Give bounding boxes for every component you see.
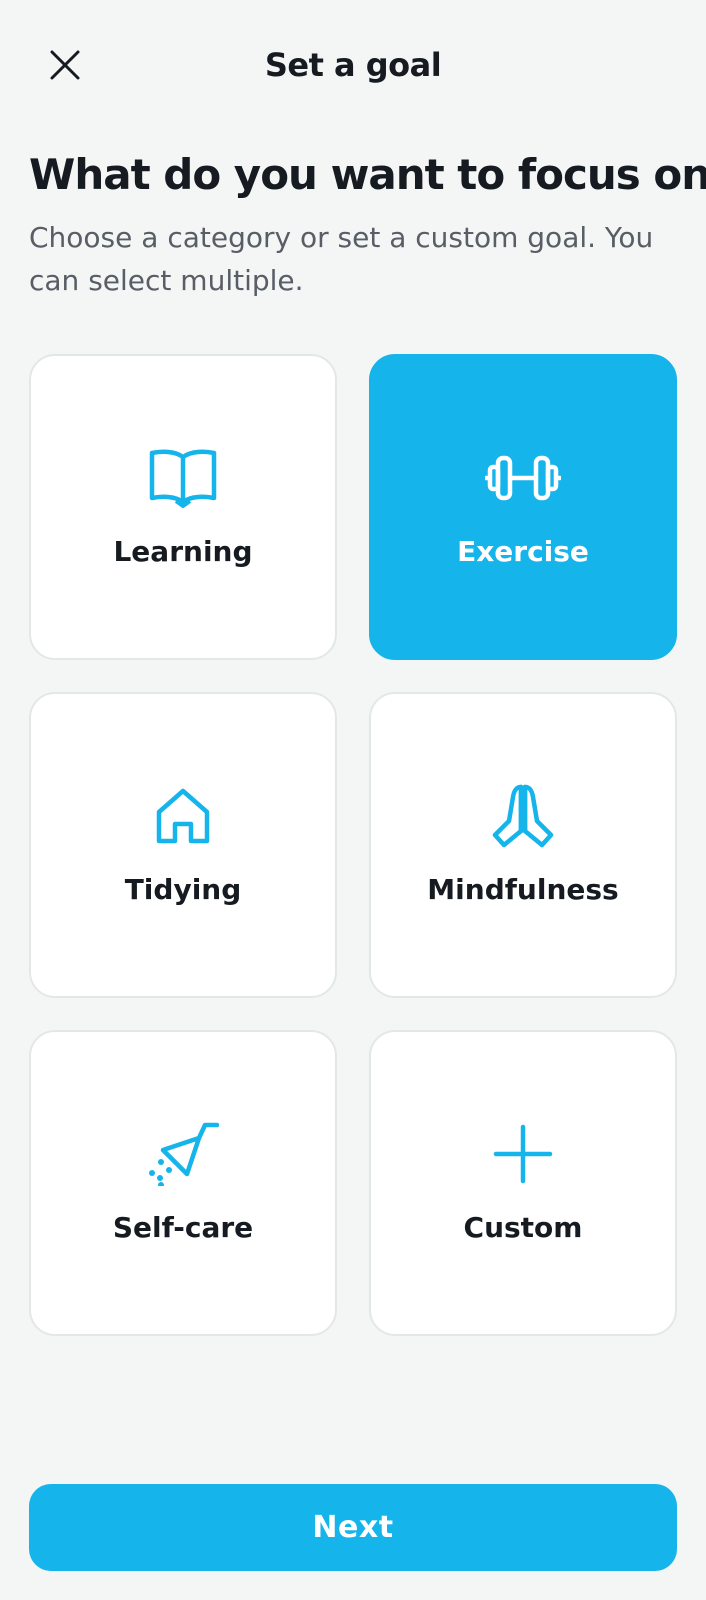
category-card-learning[interactable]: Learning [29,354,337,660]
dumbbell-icon [485,440,561,516]
category-label: Learning [113,535,253,568]
header-bar: Set a goal [0,0,706,130]
category-label: Self-care [112,1211,254,1244]
category-label: Exercise [457,535,589,568]
plus-icon [485,1116,561,1192]
praying-hands-icon [485,778,561,854]
category-label: Custom [463,1211,583,1244]
category-card-exercise[interactable]: Exercise [369,354,677,660]
book-icon [145,440,221,516]
category-card-custom[interactable]: Custom [369,1030,677,1336]
category-card-tidying[interactable]: Tidying [29,692,337,998]
focus-subheading: Choose a category or set a custom goal. … [29,221,654,297]
category-card-self-care[interactable]: Self-care [29,1030,337,1336]
category-label: Tidying [124,873,242,906]
house-icon [145,778,221,854]
next-button[interactable]: Next [29,1484,677,1571]
page-title: Set a goal [264,46,442,84]
category-card-mindfulness[interactable]: Mindfulness [369,692,677,998]
category-label: Mindfulness [427,873,619,906]
focus-heading: What do you want to focus on? [29,150,706,199]
shower-icon [145,1116,221,1192]
